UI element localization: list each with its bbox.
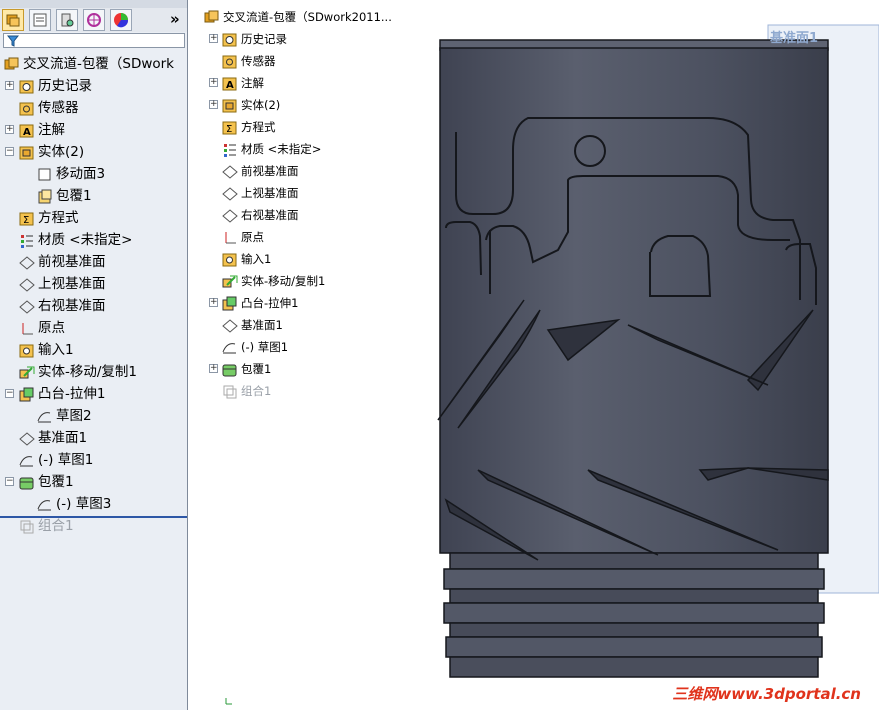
feature-manager-panel: » 交叉流道-包覆（SDwork + 历史记录传感器 + A 注解 − 实体(2) 移动面3 包覆…: [0, 0, 193, 710]
tree-item[interactable]: 前视基准面: [17, 251, 106, 273]
material-icon: [17, 231, 35, 249]
tree-item[interactable]: (-) 草图3: [35, 493, 111, 515]
wrap-icon: [17, 473, 35, 491]
tree-item[interactable]: 历史记录: [17, 75, 92, 97]
tree-item-label: 历史记录: [38, 78, 92, 94]
tree-item-label: 包覆1: [38, 474, 74, 490]
ring-grooves: [443, 552, 825, 678]
tree-item[interactable]: 右视基准面: [17, 295, 106, 317]
tree-item[interactable]: 包覆1: [17, 471, 74, 493]
graphics-viewport[interactable]: 交叉流道-包覆（SDwork2011... + 历史记录 传感器 + A 注解 + 实体(2) Σ…: [188, 0, 879, 710]
propertymanager-tab[interactable]: [29, 9, 51, 31]
import-icon: [17, 341, 35, 359]
plane-icon: [17, 275, 35, 293]
tree-item-label: 原点: [38, 320, 65, 336]
expand-toggle[interactable]: −: [5, 147, 14, 156]
tree-item-label: (-) 草图3: [56, 496, 112, 512]
tree-item[interactable]: 草图2: [35, 405, 92, 427]
dimxpert-icon: [87, 13, 101, 27]
tree-item[interactable]: 交叉流道-包覆（SDwork: [2, 53, 174, 75]
plane-icon: [17, 429, 35, 447]
tree-item[interactable]: 传感器: [17, 97, 79, 119]
configurationmanager-icon: [61, 13, 74, 27]
tree-item[interactable]: 实体(2): [17, 141, 84, 163]
origin-icon: [17, 319, 35, 337]
svg-text:A: A: [23, 127, 31, 138]
panel-top-strip: [0, 0, 187, 8]
solid-bodies-icon: [17, 143, 35, 161]
tree-item-label: 右视基准面: [38, 298, 106, 314]
tree-item-label: 实体(2): [38, 144, 85, 160]
plane-label: 基准面1: [770, 31, 819, 46]
display-manager-icon: [114, 13, 129, 28]
expand-toggle[interactable]: +: [5, 125, 14, 134]
watermark: 三维网www.3dportal.cn: [672, 685, 861, 703]
origin-triad-icon: [225, 698, 232, 705]
propertymanager-icon: [33, 13, 47, 27]
plane-icon: [17, 253, 35, 271]
move-copy-icon: [17, 363, 35, 381]
tree-item-label: 组合1: [38, 518, 74, 534]
tree-item-label: (-) 草图1: [38, 452, 94, 468]
display-manager-tab[interactable]: [110, 9, 132, 31]
tree-item-label: 包覆1: [56, 188, 92, 204]
configurationmanager-tab[interactable]: [56, 9, 78, 31]
tree-item-label: 传感器: [38, 100, 79, 116]
tree-item[interactable]: 基准面1: [17, 427, 87, 449]
tree-filter-input[interactable]: [3, 33, 185, 48]
tree-item[interactable]: 材质 <未指定>: [17, 229, 132, 251]
move-face-icon: [35, 165, 53, 183]
tree-item[interactable]: 原点: [17, 317, 65, 339]
tree-item[interactable]: 输入1: [17, 339, 74, 361]
sketch-icon: [35, 407, 53, 425]
plane-icon: [17, 297, 35, 315]
part-icon: [2, 55, 20, 73]
tree-item-label: 基准面1: [38, 430, 88, 446]
extrude-icon: [17, 385, 35, 403]
featuremanager-icon: [6, 14, 20, 27]
combine-icon: [17, 517, 35, 535]
expand-toggle[interactable]: +: [5, 81, 14, 90]
sketch-icon: [35, 495, 53, 513]
tree-item[interactable]: Σ 方程式: [17, 207, 79, 229]
tree-item-label: 草图2: [56, 408, 92, 424]
manager-tabs-toolbar: »: [0, 8, 187, 32]
tree-item-label: 前视基准面: [38, 254, 106, 270]
tree-item[interactable]: 实体-移动/复制1: [17, 361, 137, 383]
annotation-icon: A: [17, 121, 35, 139]
tree-item[interactable]: 包覆1: [35, 185, 92, 207]
history-icon: [17, 77, 35, 95]
tree-item[interactable]: (-) 草图1: [17, 449, 93, 471]
sketch-icon: [17, 451, 35, 469]
cylinder-body: [439, 47, 829, 554]
filter-icon: [7, 35, 19, 47]
tree-item[interactable]: A 注解: [17, 119, 65, 141]
tree-item-label: 凸台-拉伸1: [38, 386, 106, 402]
wrap-body-icon: [35, 187, 53, 205]
svg-text:Σ: Σ: [23, 215, 29, 226]
expand-toggle[interactable]: −: [5, 389, 14, 398]
tree-item-label: 交叉流道-包覆（SDwork: [23, 56, 175, 72]
featuremanager-tab[interactable]: [2, 9, 24, 31]
tree-item-label: 输入1: [38, 342, 74, 358]
tree-item-label: 移动面3: [56, 166, 106, 182]
equation-icon: Σ: [17, 209, 35, 227]
tree-bottom-separator: [0, 516, 187, 518]
expand-panel-button[interactable]: »: [170, 10, 180, 28]
tree-item[interactable]: 上视基准面: [17, 273, 106, 295]
dimxpert-tab[interactable]: [83, 9, 105, 31]
tree-item-label: 材质 <未指定>: [38, 232, 133, 248]
sensor-icon: [17, 99, 35, 117]
tree-item-label: 方程式: [38, 210, 79, 226]
part-model: [225, 24, 879, 705]
tree-item[interactable]: 移动面3: [35, 163, 105, 185]
expand-toggle[interactable]: −: [5, 477, 14, 486]
tree-item-label: 注解: [38, 122, 65, 138]
tree-item[interactable]: 组合1: [17, 515, 74, 537]
tree-item-label: 实体-移动/复制1: [38, 364, 138, 380]
tree-item[interactable]: 凸台-拉伸1: [17, 383, 105, 405]
tree-item-label: 上视基准面: [38, 276, 106, 292]
